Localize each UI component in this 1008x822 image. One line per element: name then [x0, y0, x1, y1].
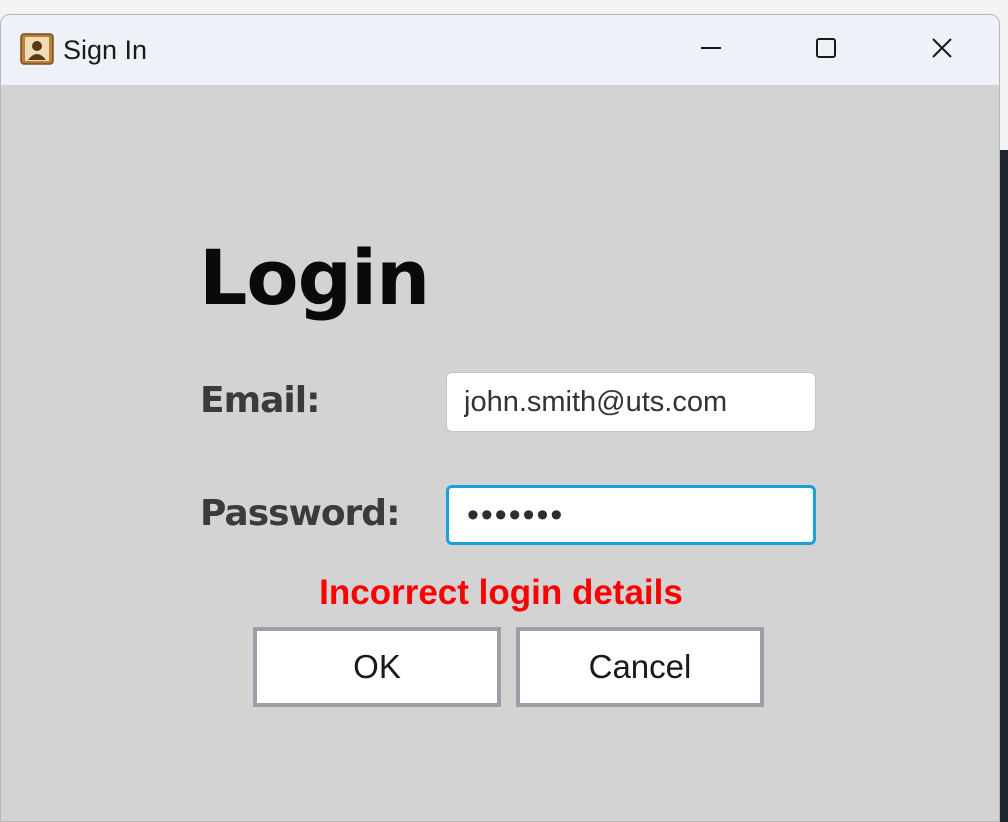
password-label: Password: [200, 493, 400, 534]
password-field[interactable] [446, 485, 816, 545]
minimize-button[interactable] [683, 27, 739, 73]
title-bar[interactable]: Sign In [1, 15, 999, 85]
window-title: Sign In [63, 35, 148, 65]
email-field[interactable] [446, 372, 816, 432]
ok-button[interactable]: OK [253, 627, 501, 707]
close-button[interactable] [914, 27, 970, 73]
sign-in-window: Sign In Login Email: Password: Incorrect… [0, 14, 1000, 822]
maximize-button[interactable] [798, 27, 854, 73]
cancel-button[interactable]: Cancel [516, 627, 764, 707]
error-message: Incorrect login details [319, 573, 683, 612]
page-title: Login [199, 233, 430, 322]
maximize-icon [815, 37, 837, 63]
contact-card-icon [20, 33, 54, 65]
minimize-icon [700, 37, 722, 63]
close-icon [931, 37, 953, 63]
background-app-edge [1000, 0, 1008, 822]
email-label: Email: [200, 380, 320, 421]
